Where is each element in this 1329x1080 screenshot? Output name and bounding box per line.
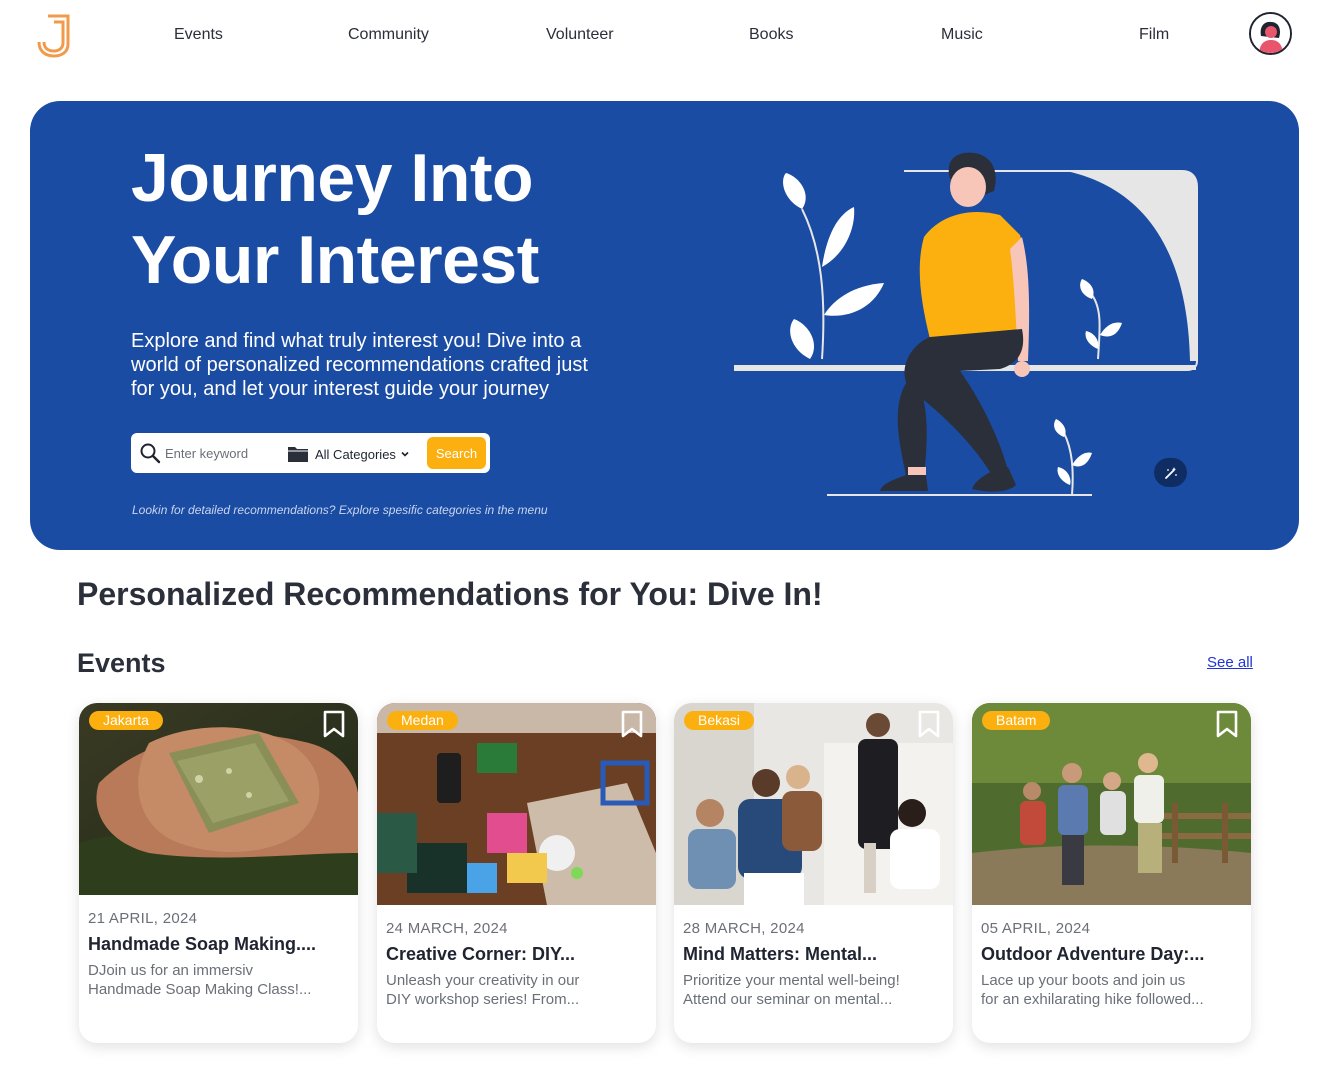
nav-item-community[interactable]: Community xyxy=(348,26,429,44)
city-badge: Bekasi xyxy=(684,711,755,730)
bookmark-icon[interactable] xyxy=(621,710,643,738)
nav-item-film[interactable]: Film xyxy=(1139,26,1169,44)
search-bar: All Categories Search xyxy=(131,433,490,473)
logo-icon[interactable] xyxy=(34,14,74,58)
nav-item-music[interactable]: Music xyxy=(941,26,983,44)
avatar[interactable] xyxy=(1249,12,1292,55)
search-icon xyxy=(140,443,161,464)
hero-illustration xyxy=(734,152,1198,496)
hero-banner: Journey Into Your Interest Explore and f… xyxy=(30,101,1299,550)
top-nav: Events Community Volunteer Books Music F… xyxy=(0,0,1329,70)
chevron-down-icon xyxy=(401,451,409,457)
event-description: Unleash your creativity in our DIY works… xyxy=(386,971,636,1009)
search-button[interactable]: Search xyxy=(427,437,486,469)
event-date: 24 MARCH, 2024 xyxy=(386,920,508,937)
event-description-line: Prioritize your mental well-being! xyxy=(683,972,900,989)
event-image xyxy=(972,703,1251,905)
magic-wand-icon xyxy=(1164,466,1177,479)
event-date: 28 MARCH, 2024 xyxy=(683,920,805,937)
event-title: Mind Matters: Mental... xyxy=(683,944,878,964)
event-title: Creative Corner: DIY... xyxy=(386,944,576,964)
category-select-label: All Categories xyxy=(315,446,396,462)
city-badge: Batam xyxy=(982,711,1051,730)
event-image xyxy=(377,703,656,905)
event-image xyxy=(79,703,358,895)
event-description-line: DJoin us for an immersiv xyxy=(88,962,254,979)
hero-title: Journey Into Your Interest xyxy=(131,137,651,301)
nav-item-volunteer[interactable]: Volunteer xyxy=(546,26,614,44)
folder-icon xyxy=(288,447,308,462)
bookmark-icon[interactable] xyxy=(1216,710,1238,738)
city-badge: Medan xyxy=(387,711,458,730)
bookmark-icon[interactable] xyxy=(323,710,345,738)
event-title: Outdoor Adventure Day:... xyxy=(981,944,1205,964)
event-title: Handmade Soap Making.... xyxy=(88,934,317,954)
event-description: DJoin us for an immersiv Handmade Soap M… xyxy=(88,961,338,999)
search-input[interactable] xyxy=(165,442,275,464)
bookmark-icon[interactable] xyxy=(918,710,940,738)
event-description-line: Attend our seminar on mental... xyxy=(683,991,893,1008)
nav-item-events[interactable]: Events xyxy=(174,26,223,44)
event-image xyxy=(674,703,953,905)
event-date: 21 APRIL, 2024 xyxy=(88,910,198,927)
event-card[interactable]: Batam 05 APRIL, 2024 Outdoor Adventure D… xyxy=(972,703,1251,1043)
event-date: 05 APRIL, 2024 xyxy=(981,920,1091,937)
city-badge: Jakarta xyxy=(89,711,163,730)
hero-title-line1: Journey Into xyxy=(131,140,534,216)
events-heading: Events xyxy=(77,648,166,678)
event-description-line: Unleash your creativity in our xyxy=(386,972,580,989)
event-description: Lace up your boots and join us for an ex… xyxy=(981,971,1231,1009)
category-select[interactable]: All Categories xyxy=(287,443,410,465)
event-description-line: for an exhilarating hike followed... xyxy=(981,991,1204,1008)
event-description-line: Lace up your boots and join us xyxy=(981,972,1186,989)
nav-item-books[interactable]: Books xyxy=(749,26,793,44)
event-card[interactable]: Jakarta 21 APRIL, 2024 Handmade Soap Mak… xyxy=(79,703,358,1043)
event-description: Prioritize your mental well-being! Atten… xyxy=(683,971,933,1009)
event-description-line: Handmade Soap Making Class!... xyxy=(88,981,312,998)
event-description-line: DIY workshop series! From... xyxy=(386,991,580,1008)
hero-subtitle: Explore and find what truly interest you… xyxy=(131,330,588,400)
event-card[interactable]: Bekasi 28 MARCH, 2024 Mind Matters: Ment… xyxy=(674,703,953,1043)
magic-wand-button[interactable] xyxy=(1154,458,1187,487)
hero-note: Lookin for detailed recommendations? Exp… xyxy=(132,503,548,517)
event-card[interactable]: Medan 24 MARCH, 2024 Creative Corner: DI… xyxy=(377,703,656,1043)
section-title: Personalized Recommendations for You: Di… xyxy=(77,576,823,612)
see-all-link[interactable]: See all xyxy=(1207,654,1253,671)
hero-title-line2: Your Interest xyxy=(131,222,539,298)
